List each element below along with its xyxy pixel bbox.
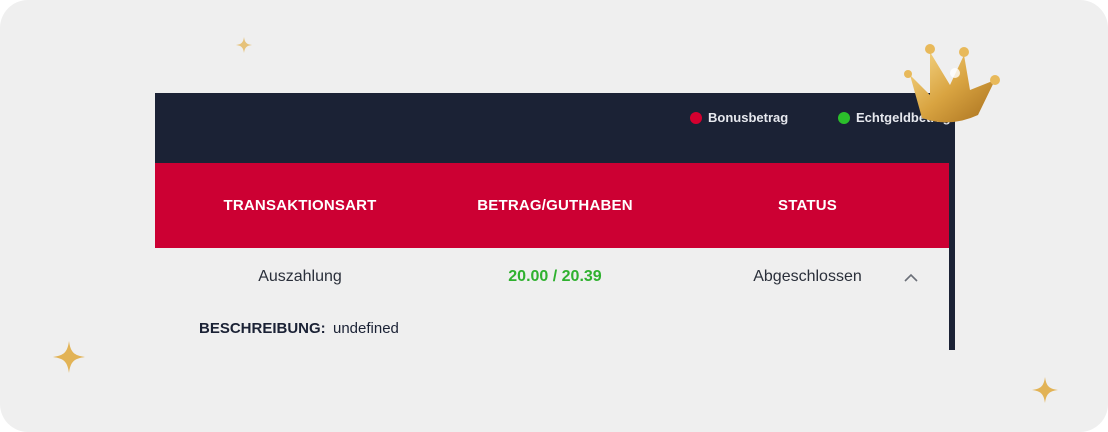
sparkle-icon xyxy=(1032,377,1058,403)
legend-bar: Bonusbetrag Echtgeldbetrag xyxy=(155,93,955,163)
chevron-up-icon[interactable] xyxy=(903,270,919,286)
column-header-status: STATUS xyxy=(778,197,837,214)
column-header-type: TRANSAKTIONSART xyxy=(223,197,377,214)
table-header: TRANSAKTIONSART BETRAG/GUTHABEN STATUS xyxy=(155,163,949,248)
sparkle-icon xyxy=(53,341,85,373)
legend-bonus-label: Bonusbetrag xyxy=(708,110,789,125)
crown-icon xyxy=(904,44,1000,123)
real-money-dot-icon xyxy=(838,111,850,124)
description-value: undefined xyxy=(333,320,399,337)
column-header-amount: BETRAG/GUTHABEN xyxy=(477,197,633,214)
sparkle-icon xyxy=(236,37,252,53)
transaction-amount: 20.00 / 20.39 xyxy=(508,268,602,285)
table-row[interactable]: Auszahlung 20.00 / 20.39 Abgeschlossen B… xyxy=(155,248,949,350)
transactions-panel: Bonusbetrag Echtgeldbetrag TRANSAKTIONSA… xyxy=(155,93,955,350)
transaction-status: Abgeschlossen xyxy=(753,268,862,285)
transaction-type: Auszahlung xyxy=(258,268,342,285)
legend-bonus: Bonusbetrag xyxy=(690,110,788,125)
description-label: BESCHREIBUNG: xyxy=(199,320,326,337)
bonus-dot-icon xyxy=(690,111,702,124)
